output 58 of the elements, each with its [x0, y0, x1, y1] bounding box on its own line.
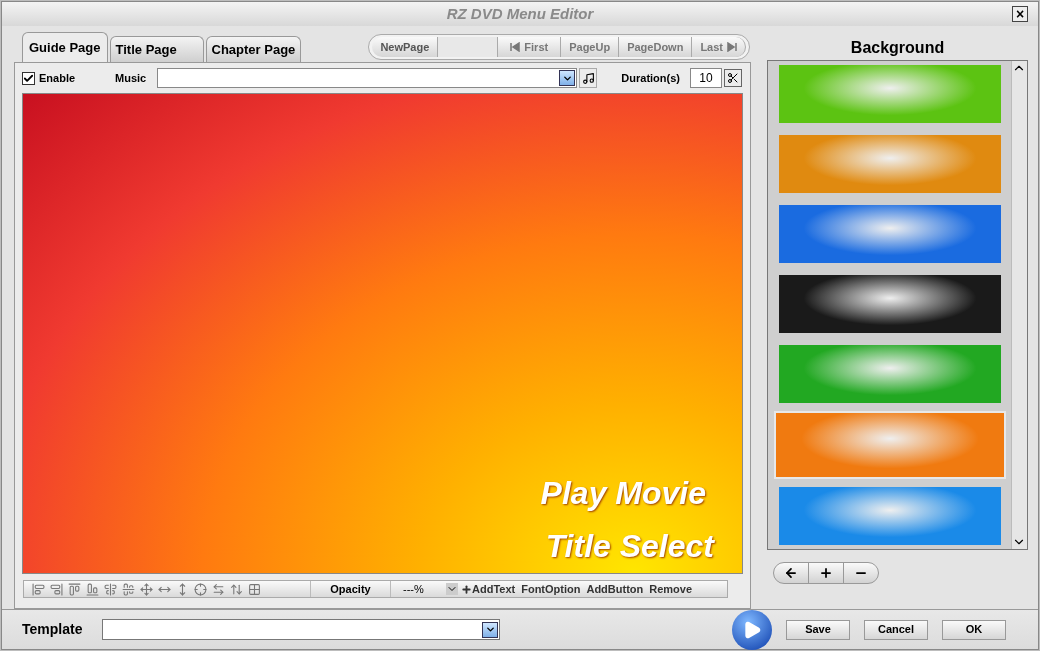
last-icon — [727, 42, 737, 52]
close-button[interactable]: × — [1012, 6, 1028, 22]
dropdown-button[interactable] — [559, 70, 575, 86]
first-icon — [510, 42, 521, 52]
align-icon[interactable] — [104, 582, 117, 596]
enable-checkbox[interactable] — [22, 71, 35, 85]
background-thumbnail[interactable] — [773, 411, 1006, 479]
music-field[interactable] — [157, 68, 577, 88]
dropdown-button[interactable] — [482, 621, 498, 638]
background-thumbnail[interactable] — [778, 275, 1001, 333]
align-icon[interactable] — [212, 582, 225, 596]
align-icon[interactable] — [50, 582, 63, 596]
align-icon[interactable] — [86, 582, 99, 596]
music-icon[interactable] — [579, 68, 597, 88]
plus-icon — [461, 583, 472, 595]
align-icon[interactable] — [230, 582, 243, 596]
align-icon[interactable] — [32, 582, 45, 596]
align-icon[interactable] — [140, 582, 153, 596]
new-page-button[interactable]: NewPage — [372, 37, 439, 57]
align-icon[interactable] — [194, 582, 207, 596]
footer-button[interactable]: Cancel — [864, 619, 928, 640]
page-tab[interactable]: Guide Page — [22, 32, 108, 62]
page-field[interactable] — [438, 37, 499, 57]
pager-button[interactable]: First — [498, 37, 562, 57]
enable-label: Enable — [39, 70, 77, 86]
caret-icon — [484, 624, 496, 635]
duration-label: Duration(s) — [621, 70, 680, 86]
music-label: Music — [115, 70, 148, 86]
background-heading: Background — [849, 38, 946, 58]
background-thumbnail[interactable] — [778, 135, 1001, 193]
window-title: RZ DVD Menu Editor — [446, 3, 594, 24]
play-icon[interactable] — [732, 609, 772, 650]
duration-field[interactable]: 10 — [690, 68, 722, 88]
scrollbar[interactable] — [1011, 61, 1027, 549]
pager-button[interactable]: PageDown — [619, 37, 693, 57]
footer-button[interactable]: OK — [942, 619, 1006, 640]
page-tab[interactable]: Title Page — [109, 36, 204, 62]
footer-button[interactable]: Save — [786, 619, 850, 640]
toolbar-button[interactable]: Remove — [646, 581, 696, 597]
background-thumbnail[interactable] — [778, 487, 1001, 545]
align-icon[interactable] — [68, 582, 81, 596]
pager-button[interactable]: Last — [692, 37, 746, 57]
background-thumbnail[interactable] — [778, 345, 1001, 403]
opacity-label: Opacity — [310, 580, 390, 598]
align-icon[interactable] — [122, 582, 135, 596]
toolbar-button[interactable]: AddText — [458, 581, 519, 597]
pager-button[interactable]: PageUp — [561, 37, 620, 57]
background-thumbnail[interactable] — [778, 205, 1001, 263]
template-label: Template — [22, 620, 84, 639]
background-thumbnail[interactable] — [778, 65, 1001, 123]
align-icon[interactable] — [248, 582, 261, 596]
template-field[interactable] — [102, 619, 500, 640]
toolbar-button[interactable]: AddButton — [583, 581, 647, 597]
toolbar-button[interactable]: FontOption — [518, 581, 584, 597]
opacity-field[interactable]: ---% — [390, 581, 458, 597]
scissors-icon[interactable] — [724, 69, 742, 87]
page-tab[interactable]: Chapter Page — [205, 36, 302, 62]
caret-icon — [446, 583, 458, 595]
